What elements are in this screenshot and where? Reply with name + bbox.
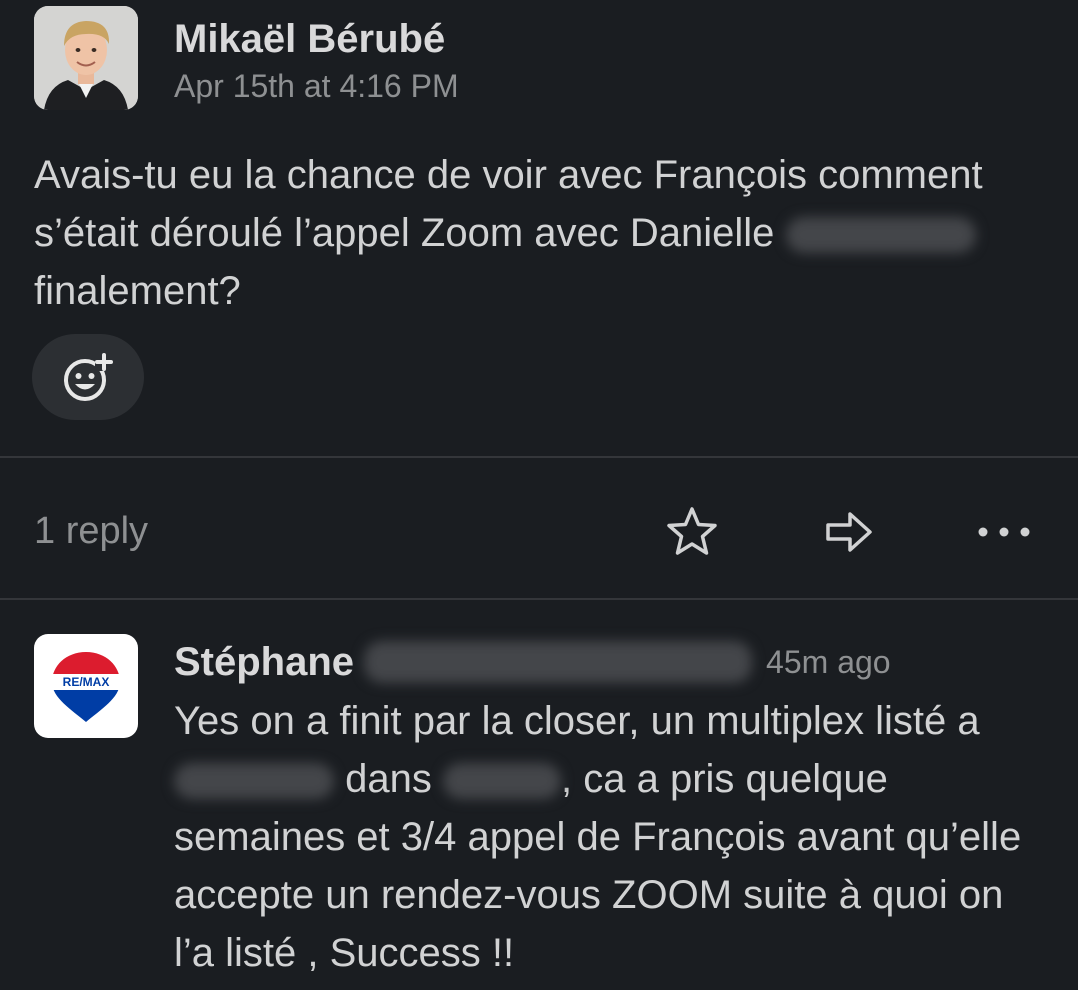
redacted-name-blur [785,217,976,254]
message-timestamp[interactable]: Apr 15th at 4:16 PM [174,66,459,106]
remax-logo-text: RE/MAX [63,675,110,689]
redacted-surname-blur [364,641,753,683]
message-header: Mikaël Bérubé Apr 15th at 4:16 PM [34,6,459,110]
add-reaction-button[interactable] [32,334,144,420]
remax-balloon-logo: RE/MAX [52,652,120,722]
person-avatar-image [34,6,138,110]
message-text-part2: finalement? [34,269,241,313]
reply-message: RE/MAX Stéphane 45m ago Yes on a finit p… [34,634,1054,982]
share-arrow-icon [826,512,872,552]
author-name[interactable]: Mikaël Bérubé [174,16,459,62]
author-name[interactable]: Stéphane [174,640,354,685]
avatar[interactable]: RE/MAX [34,634,138,738]
redacted-location-blur [443,763,561,800]
more-dots-icon [978,527,1030,537]
reply-text-part2: dans [345,757,432,801]
reply-content: Stéphane 45m ago Yes on a finit par la c… [174,634,1054,982]
reply-count[interactable]: 1 reply [34,508,148,554]
add-reaction-icon [64,353,113,401]
share-button[interactable] [816,500,880,564]
reply-header: Stéphane 45m ago [174,634,1054,690]
more-actions-button[interactable] [972,500,1036,564]
redacted-price-blur [174,763,334,800]
reply-text-part1: Yes on a finit par la closer, un multipl… [174,699,980,743]
divider [0,456,1078,458]
avatar[interactable] [34,6,138,110]
reply-text: Yes on a finit par la closer, un multipl… [174,692,1054,982]
divider [0,598,1078,600]
star-icon [667,507,717,555]
star-button[interactable] [660,500,724,564]
message-text: Avais-tu eu la chance de voir avec Franç… [34,146,1044,320]
message-meta: Mikaël Bérubé Apr 15th at 4:16 PM [174,6,459,106]
reply-timestamp[interactable]: 45m ago [766,644,891,681]
